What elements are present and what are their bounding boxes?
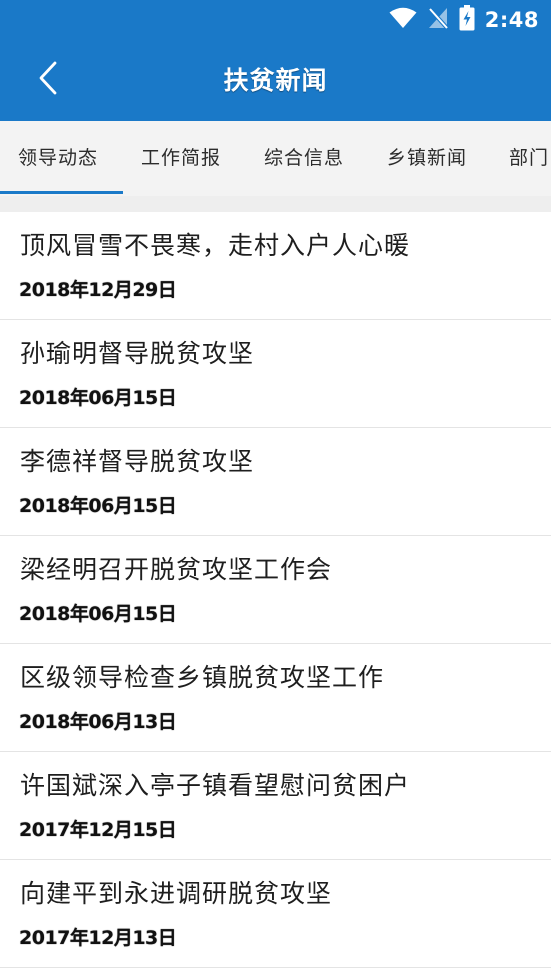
news-date: 2018年06月15日 — [19, 495, 177, 517]
section-divider — [0, 196, 551, 212]
news-item[interactable]: 李德祥督导脱贫攻坚 2018年06月15日 — [0, 428, 551, 536]
news-title: 向建平到永进调研脱贫攻坚 — [20, 879, 333, 908]
news-date: 2018年12月29日 — [19, 279, 177, 301]
news-item[interactable]: 向建平到永进调研脱贫攻坚 2017年12月13日 — [0, 860, 551, 968]
tab-general-info[interactable]: 综合信息 — [264, 121, 344, 196]
news-title: 孙瑜明督导脱贫攻坚 — [20, 339, 255, 368]
news-date: 2017年12月15日 — [19, 819, 177, 841]
no-signal-icon — [427, 6, 449, 34]
news-list: 顶风冒雪不畏寒，走村入户人心暖 2018年12月29日 孙瑜明督导脱贫攻坚 20… — [0, 212, 551, 968]
tab-work-briefing[interactable]: 工作简报 — [141, 121, 221, 196]
news-item[interactable]: 孙瑜明督导脱贫攻坚 2018年06月15日 — [0, 320, 551, 428]
news-item[interactable]: 顶风冒雪不畏寒，走村入户人心暖 2018年12月29日 — [0, 212, 551, 320]
news-item[interactable]: 区级领导检查乡镇脱贫攻坚工作 2018年06月13日 — [0, 644, 551, 752]
app-header: 2:48 扶贫新闻 — [0, 0, 551, 121]
category-tabs: 领导动态 工作简报 综合信息 乡镇新闻 部门 — [0, 121, 551, 196]
news-title: 李德祥督导脱贫攻坚 — [20, 447, 255, 476]
tab-indicator — [0, 191, 123, 194]
tab-leader-news[interactable]: 领导动态 — [18, 121, 98, 196]
page-title: 扶贫新闻 — [223, 66, 328, 95]
news-title: 许国斌深入亭子镇看望慰问贫困户 — [20, 771, 411, 800]
news-item[interactable]: 许国斌深入亭子镇看望慰问贫困户 2017年12月15日 — [0, 752, 551, 860]
tab-township-news[interactable]: 乡镇新闻 — [387, 121, 467, 196]
battery-charging-icon — [459, 5, 475, 35]
news-title: 梁经明召开脱贫攻坚工作会 — [20, 555, 333, 584]
news-title: 顶风冒雪不畏寒，走村入户人心暖 — [20, 231, 411, 260]
tab-department[interactable]: 部门 — [509, 121, 549, 196]
title-bar: 扶贫新闻 — [0, 40, 551, 121]
status-time: 2:48 — [484, 8, 539, 32]
status-icons: 2:48 — [389, 5, 539, 35]
news-title: 区级领导检查乡镇脱贫攻坚工作 — [20, 663, 385, 692]
wifi-icon — [389, 7, 417, 33]
news-date: 2018年06月15日 — [19, 603, 177, 625]
news-item[interactable]: 梁经明召开脱贫攻坚工作会 2018年06月15日 — [0, 536, 551, 644]
news-date: 2018年06月15日 — [19, 387, 177, 409]
news-date: 2018年06月13日 — [19, 711, 177, 733]
news-date: 2017年12月13日 — [19, 927, 177, 949]
status-bar: 2:48 — [0, 0, 551, 40]
